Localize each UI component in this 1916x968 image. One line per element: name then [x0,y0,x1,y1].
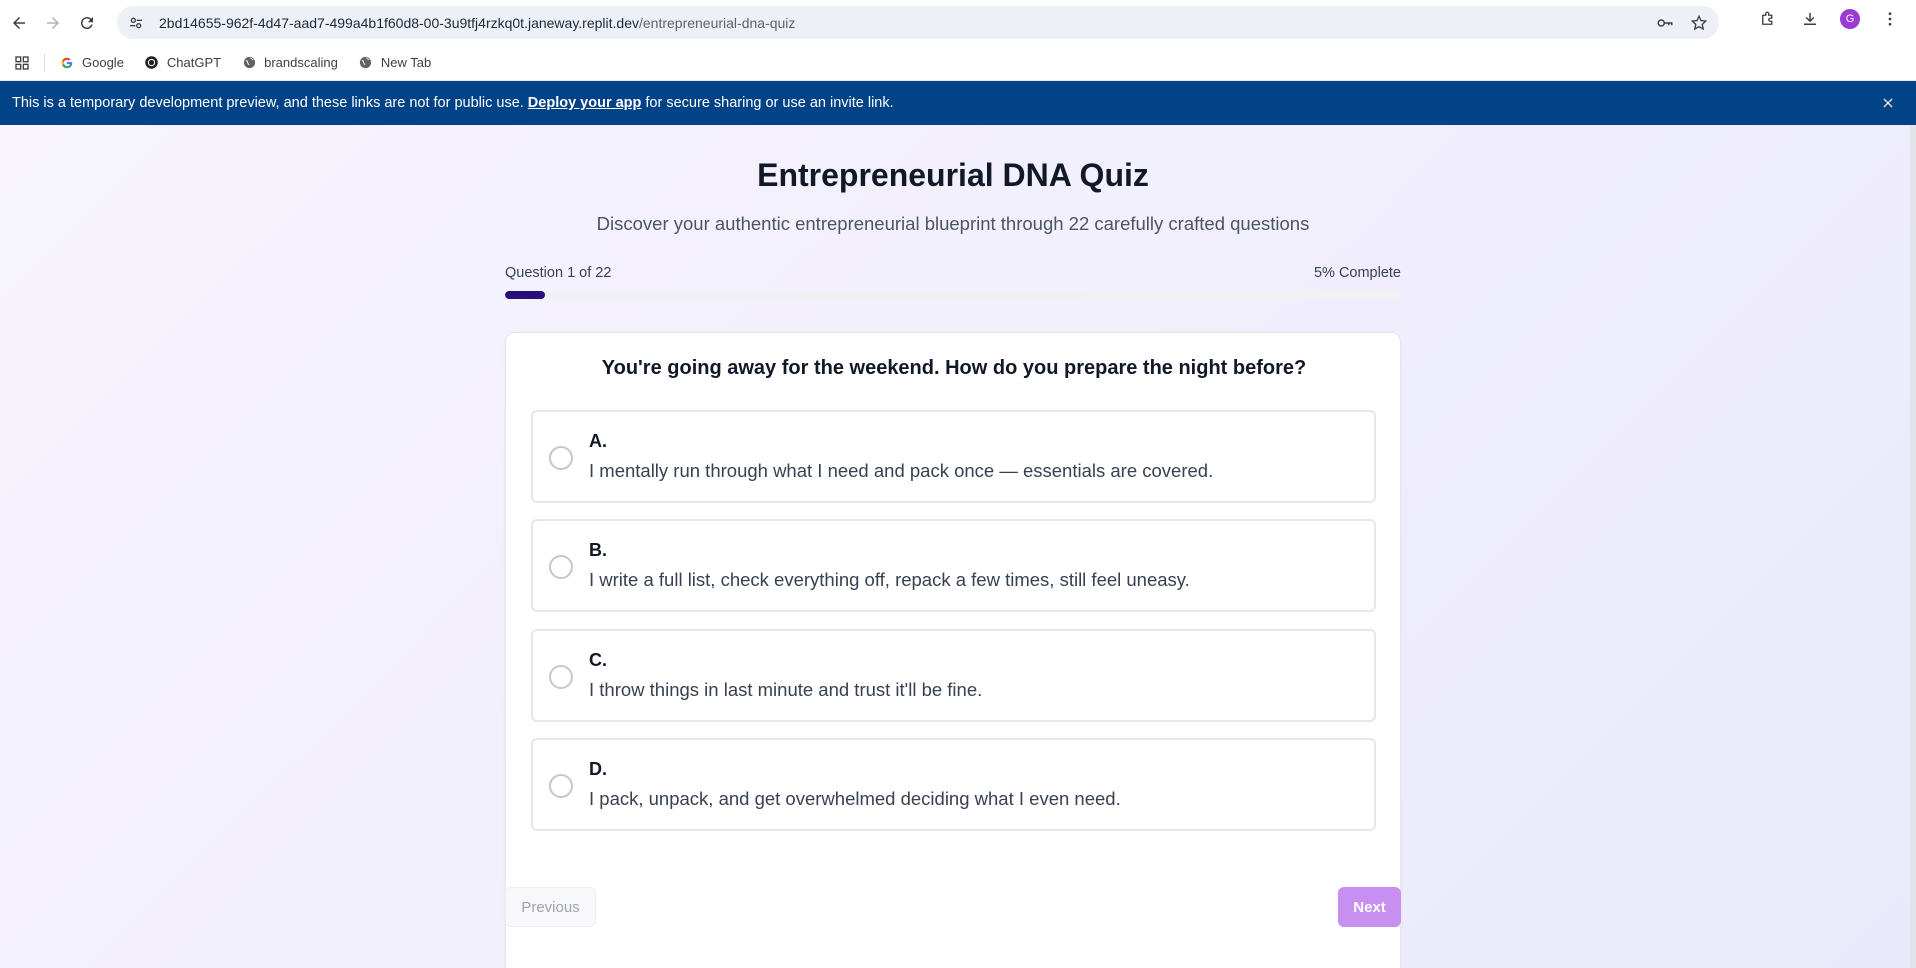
bookmark-label: brandscaling [264,55,338,70]
chatgpt-icon [144,55,160,71]
option-c[interactable]: C. I throw things in last minute and tru… [531,629,1376,722]
radio-button[interactable] [549,555,573,579]
page-title: Entrepreneurial DNA Quiz [757,157,1149,193]
option-d[interactable]: D. I pack, unpack, and get overwhelmed d… [531,738,1376,831]
password-key-icon[interactable] [1655,13,1675,33]
page-scrollbar[interactable] [1910,125,1916,968]
next-button[interactable]: Next [1338,887,1401,927]
question-text: You're going away for the weekend. How d… [601,357,1307,379]
progress-label: Question 1 of 22 [505,265,612,281]
globe-icon [358,55,374,71]
bookmark-chatgpt[interactable]: ChatGPT [144,55,221,71]
back-icon[interactable] [4,8,34,38]
url-text[interactable]: 2bd14655-962f-4d47-aad7-499a4b1f60d8-00-… [159,15,795,31]
progress-percent: 5% Complete [1313,265,1401,281]
reload-icon[interactable] [72,8,102,38]
google-icon [59,55,75,71]
question-card: You're going away for the weekend. How d… [505,332,1401,968]
apps-grid-icon[interactable] [12,53,32,73]
bookmark-new-tab[interactable]: New Tab [358,55,431,71]
option-letter: D. [589,759,607,779]
browser-toolbar: 2bd14655-962f-4d47-aad7-499a4b1f60d8-00-… [0,0,1916,45]
option-letter: A. [589,431,607,451]
option-b[interactable]: B. I write a full list, check everything… [531,519,1376,612]
dev-preview-banner: This is a temporary development preview,… [0,81,1916,125]
bookmark-label: ChatGPT [166,55,222,70]
globe-icon [241,55,257,71]
extensions-icon[interactable] [1756,7,1780,31]
radio-button[interactable] [549,774,573,798]
option-a[interactable]: A. I mentally run through what I need an… [531,410,1376,503]
forward-icon[interactable] [38,8,68,38]
banner-text: This is a temporary development preview,… [12,95,524,111]
bookmark-label: Google [82,55,124,70]
option-letter: B. [589,540,607,560]
deploy-app-link[interactable]: Deploy your app [528,95,642,111]
option-text: I throw things in last minute and trust … [589,679,983,700]
bookmarks-bar: Google ChatGPT brandscaling New Tab [0,45,1916,81]
progress-bar [505,291,1401,299]
banner-text-end: for secure sharing or use an invite link… [645,95,894,111]
profile-avatar[interactable]: G [1840,9,1860,29]
site-settings-icon[interactable] [127,14,145,32]
menu-kebab-icon[interactable] [1878,7,1902,31]
bookmark-label: New Tab [380,55,432,70]
option-text: I pack, unpack, and get overwhelmed deci… [589,788,1121,809]
bookmark-star-icon[interactable] [1689,13,1709,33]
address-bar[interactable]: 2bd14655-962f-4d47-aad7-499a4b1f60d8-00-… [117,6,1719,39]
option-text: I mentally run through what I need and p… [589,460,1214,481]
radio-button[interactable] [549,446,573,470]
bookmarks-divider [44,53,45,72]
radio-button[interactable] [549,665,573,689]
close-icon[interactable] [1878,93,1898,113]
downloads-icon[interactable] [1798,7,1822,31]
bookmark-brandscaling[interactable]: brandscaling [241,55,338,71]
quiz-page: Entrepreneurial DNA Quiz Discover your a… [0,125,1916,968]
bookmark-google[interactable]: Google [59,55,124,71]
progress-fill [505,291,546,299]
option-text: I write a full list, check everything of… [589,569,1190,590]
previous-button[interactable]: Previous [505,887,596,927]
option-letter: C. [589,650,607,670]
page-subtitle: Discover your authentic entrepreneurial … [596,213,1310,234]
